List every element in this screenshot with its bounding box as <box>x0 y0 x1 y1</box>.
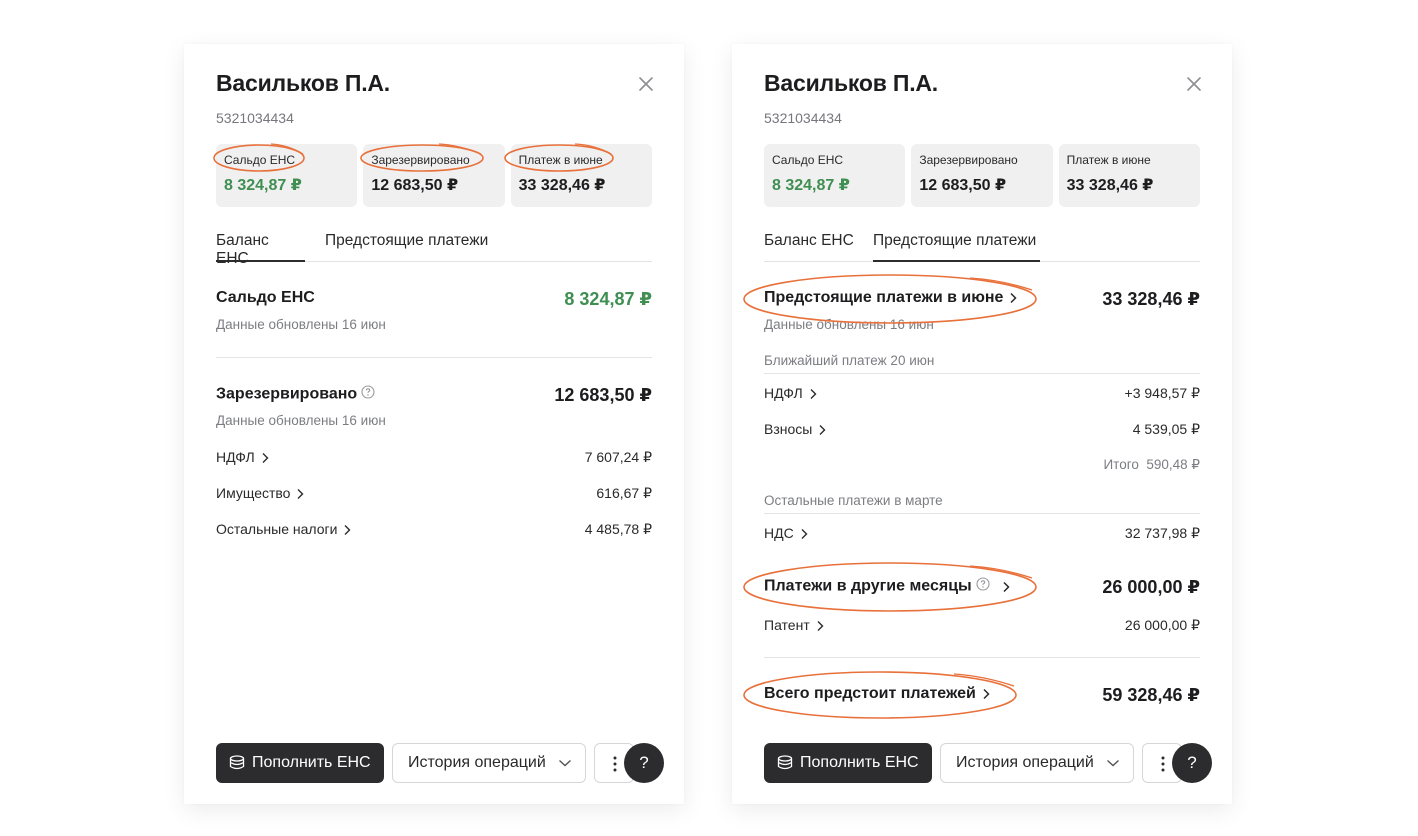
tab-upcoming[interactable]: Предстоящие платежи <box>325 232 488 262</box>
subtotal: Итого 590,48 ₽ <box>1103 457 1200 473</box>
card-label: Зарезервировано <box>919 153 1018 167</box>
list-item-value: 4 485,78 ₽ <box>584 521 652 537</box>
more-vertical-icon <box>1161 756 1165 772</box>
chevron-right-icon <box>1010 292 1017 303</box>
card-value: 12 683,50 ₽ <box>919 177 1007 194</box>
history-label: История операций <box>408 754 546 771</box>
summary-cards: Сальдо ЕНС 8 324,87 ₽ Зарезервировано 12… <box>764 144 1200 207</box>
chevron-right-icon <box>801 529 808 540</box>
card-reserved[interactable]: Зарезервировано 12 683,50 ₽ <box>363 144 505 207</box>
card-june-payment[interactable]: Платеж в июне 33 328,46 ₽ <box>1058 144 1200 207</box>
taxpayer-inn: 5321034434 <box>216 110 294 126</box>
subtotal-value: 590,48 ₽ <box>1146 457 1200 472</box>
tab-balance[interactable]: Баланс ЕНС <box>216 232 305 267</box>
divider <box>216 357 652 358</box>
upcoming-june-label: Предстоящие платежи в июне <box>764 289 1004 306</box>
card-label: Платеж в июне <box>518 153 603 167</box>
help-button[interactable]: ? <box>624 743 664 783</box>
divider <box>764 373 1200 374</box>
chevron-right-icon <box>262 453 269 464</box>
card-label: Сальдо ЕНС <box>224 153 296 167</box>
tab-upcoming[interactable]: Предстоящие платежи <box>873 232 1040 262</box>
card-label: Платеж в июне <box>1066 153 1151 167</box>
history-label: История операций <box>956 754 1094 771</box>
chevron-right-icon <box>983 688 990 699</box>
total-upcoming-label: Всего предстоит платежей <box>764 685 976 702</box>
card-june-payment[interactable]: Платеж в июне 33 328,46 ₽ <box>510 144 652 207</box>
topup-label: Пополнить ЕНС <box>800 754 919 771</box>
close-icon[interactable] <box>636 74 656 94</box>
list-item-label: Патент <box>764 617 810 633</box>
upcoming-june-value: 33 328,46 ₽ <box>1102 289 1200 309</box>
chevron-right-icon <box>817 621 824 632</box>
tab-bar: Баланс ЕНС Предстоящие платежи <box>764 232 1200 262</box>
card-value: 8 324,87 ₽ <box>224 177 302 194</box>
saldo-label: Сальдо ЕНС <box>216 289 315 306</box>
other-months-value: 26 000,00 ₽ <box>1102 577 1200 597</box>
history-dropdown[interactable]: История операций <box>392 743 586 783</box>
list-item-value: 26 000,00 ₽ <box>1124 617 1200 633</box>
chevron-down-icon <box>559 759 571 767</box>
card-saldo[interactable]: Сальдо ЕНС 8 324,87 ₽ <box>764 144 906 207</box>
subtotal-label: Итого <box>1103 457 1139 472</box>
list-item-label: НДФЛ <box>216 449 255 465</box>
list-item-label: Имущество <box>216 485 291 501</box>
taxpayer-inn: 5321034434 <box>764 110 842 126</box>
summary-cards: Сальдо ЕНС 8 324,87 ₽ Зарезервировано 12… <box>216 144 652 207</box>
list-item-label: НДС <box>764 525 794 541</box>
account-panel-balance: Васильков П.А. 5321034434 Сальдо ЕНС 8 3… <box>184 44 684 804</box>
help-circle-icon[interactable] <box>976 577 990 596</box>
tab-balance[interactable]: Баланс ЕНС <box>764 232 854 262</box>
saldo-value: 8 324,87 ₽ <box>564 289 652 309</box>
coins-icon <box>776 754 794 772</box>
list-item-value: 4 539,05 ₽ <box>1132 421 1200 437</box>
total-upcoming-value: 59 328,46 ₽ <box>1102 685 1200 705</box>
other-months-label: Платежи в другие месяцы <box>764 577 972 595</box>
list-item-value: 616,67 ₽ <box>596 485 652 501</box>
more-vertical-icon <box>613 756 617 772</box>
saldo-updated: Данные обновлены 16 июн <box>216 317 386 332</box>
card-value: 8 324,87 ₽ <box>772 177 850 194</box>
chevron-right-icon <box>1003 581 1010 592</box>
list-item-label: НДФЛ <box>764 385 803 401</box>
card-label: Зарезервировано <box>371 153 470 167</box>
topup-button[interactable]: Пополнить ЕНС <box>216 743 384 783</box>
list-item-label: Остальные налоги <box>216 521 338 537</box>
chevron-right-icon <box>810 389 817 400</box>
reserved-label-wrap: Зарезервировано <box>216 385 375 404</box>
help-circle-icon[interactable] <box>361 385 375 404</box>
topup-label: Пополнить ЕНС <box>252 754 371 771</box>
card-saldo[interactable]: Сальдо ЕНС 8 324,87 ₽ <box>216 144 358 207</box>
panel-title: Васильков П.А. <box>216 70 390 96</box>
list-item-value: 32 737,98 ₽ <box>1124 525 1200 541</box>
chevron-right-icon <box>344 525 351 536</box>
close-icon[interactable] <box>1184 74 1204 94</box>
chevron-down-icon <box>1107 759 1119 767</box>
divider <box>764 657 1200 658</box>
card-value: 12 683,50 ₽ <box>371 177 459 194</box>
reserved-updated: Данные обновлены 16 июн <box>216 413 386 428</box>
reserved-value: 12 683,50 ₽ <box>554 385 652 405</box>
chevron-right-icon <box>819 425 826 436</box>
topup-button[interactable]: Пополнить ЕНС <box>764 743 932 783</box>
panel-title: Васильков П.А. <box>764 70 938 96</box>
upcoming-updated: Данные обновлены 16 июн <box>764 317 934 332</box>
help-button[interactable]: ? <box>1172 743 1212 783</box>
account-panel-upcoming: Васильков П.А. 5321034434 Сальдо ЕНС 8 3… <box>732 44 1232 804</box>
card-value: 33 328,46 ₽ <box>1066 177 1154 194</box>
tab-bar: Баланс ЕНС Предстоящие платежи <box>216 232 652 267</box>
list-item-value: +3 948,57 ₽ <box>1124 385 1200 401</box>
history-dropdown[interactable]: История операций <box>940 743 1134 783</box>
list-item-value: 7 607,24 ₽ <box>584 449 652 465</box>
section-header-nearest: Ближайший платеж 20 июн <box>764 353 935 368</box>
divider <box>764 513 1200 514</box>
card-label: Сальдо ЕНС <box>772 153 844 167</box>
coins-icon <box>228 754 246 772</box>
card-value: 33 328,46 ₽ <box>518 177 606 194</box>
card-reserved[interactable]: Зарезервировано 12 683,50 ₽ <box>911 144 1053 207</box>
chevron-right-icon <box>297 489 304 500</box>
reserved-label: Зарезервировано <box>216 385 358 403</box>
section-header-march: Остальные платежи в марте <box>764 493 943 508</box>
list-item-label: Взносы <box>764 421 813 437</box>
